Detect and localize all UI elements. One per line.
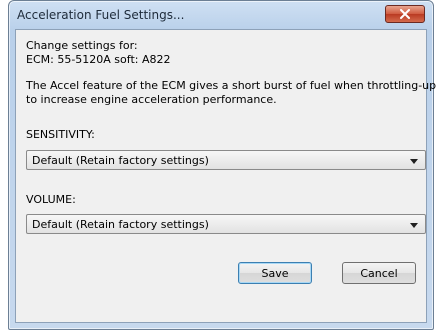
ecm-info-text: ECM: 55-5120A soft: A822 — [26, 53, 171, 66]
window-title: Acceleration Fuel Settings... — [17, 8, 185, 22]
close-button[interactable] — [385, 5, 425, 23]
title-bar[interactable]: Acceleration Fuel Settings... — [9, 1, 433, 31]
cancel-button-label: Cancel — [360, 266, 398, 280]
volume-dropdown[interactable]: Default (Retain factory settings) — [26, 214, 426, 234]
chevron-down-icon — [410, 159, 418, 164]
dialog-window: Acceleration Fuel Settings... Change set… — [8, 0, 436, 330]
sensitivity-dropdown[interactable]: Default (Retain factory settings) — [26, 150, 426, 170]
volume-label: VOLUME: — [26, 193, 76, 206]
sensitivity-selected-value: Default (Retain factory settings) — [32, 154, 209, 167]
description-text-line-2: to increase engine acceleration performa… — [26, 93, 277, 106]
change-settings-label: Change settings for: — [26, 39, 138, 52]
save-button[interactable]: Save — [238, 262, 312, 284]
sensitivity-label: SENSITIVITY: — [26, 128, 95, 141]
dialog-client-area: Change settings for: ECM: 55-5120A soft:… — [15, 29, 436, 323]
cancel-button[interactable]: Cancel — [342, 262, 416, 284]
chevron-down-icon — [410, 223, 418, 228]
save-button-label: Save — [261, 266, 289, 280]
volume-selected-value: Default (Retain factory settings) — [32, 218, 209, 231]
close-icon — [400, 9, 410, 19]
description-text-line-1: The Accel feature of the ECM gives a sho… — [26, 79, 436, 92]
